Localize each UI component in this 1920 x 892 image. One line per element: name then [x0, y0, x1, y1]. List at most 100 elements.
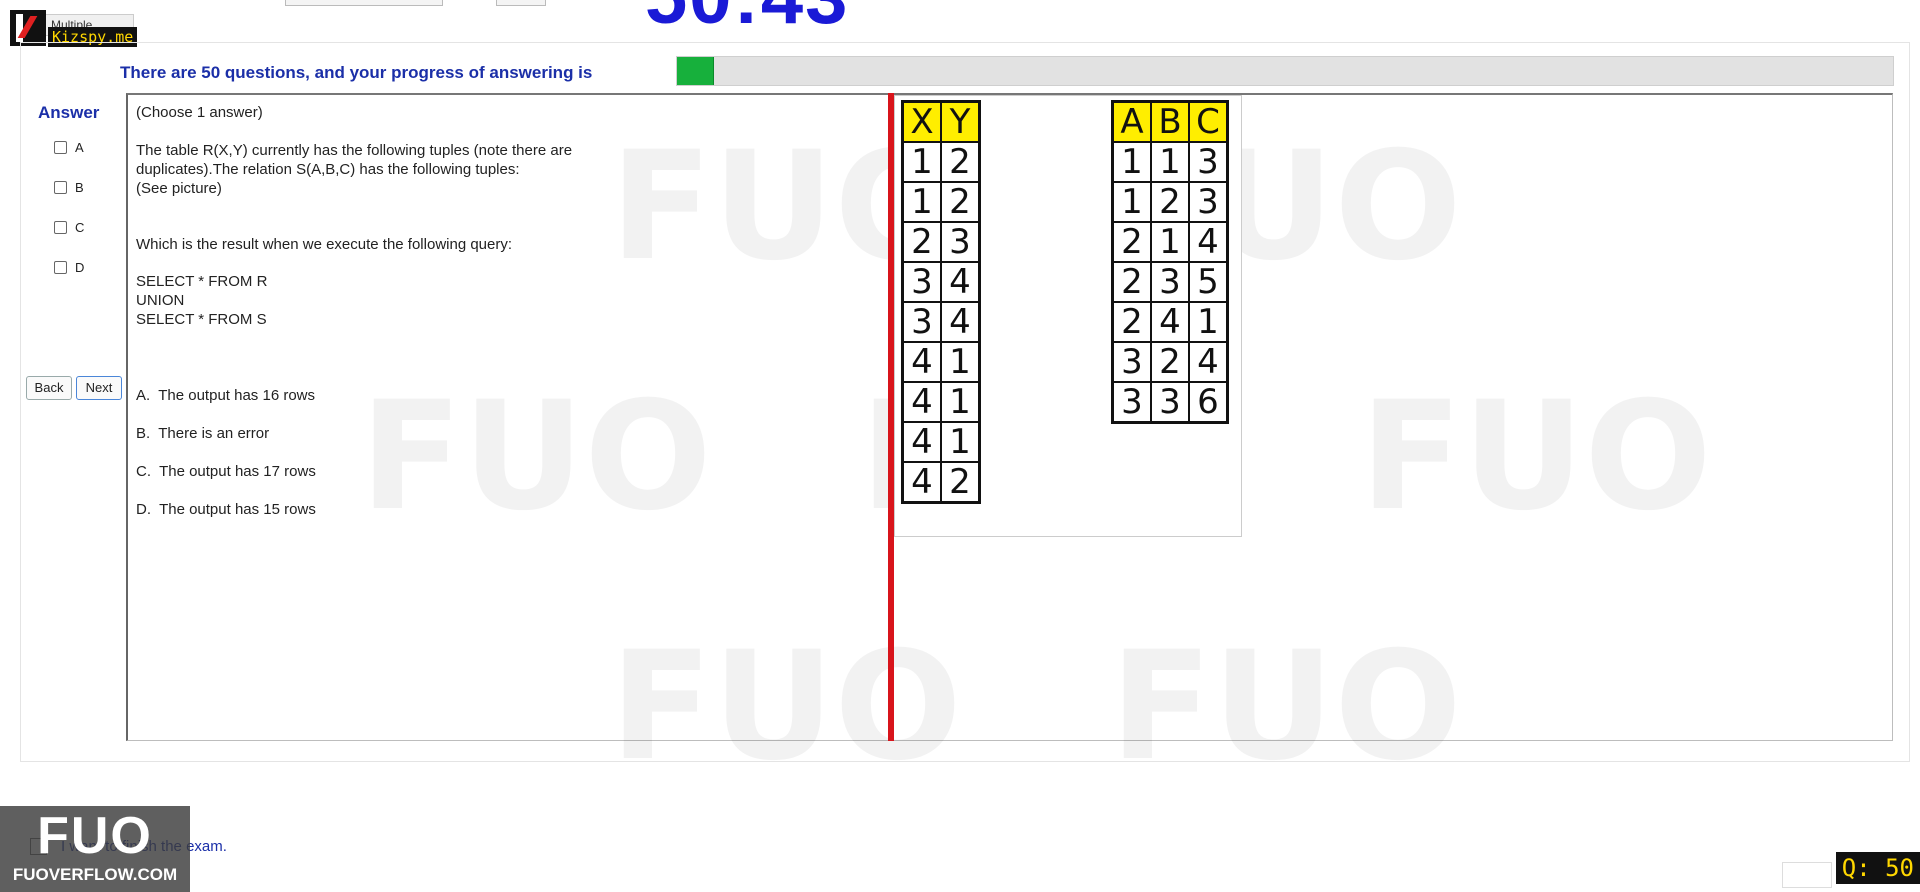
- table-cell: 1: [940, 381, 981, 423]
- option-label-d: D: [75, 260, 85, 275]
- table-cell: 2: [1111, 301, 1152, 343]
- table-cell: 2: [940, 141, 981, 183]
- table-cell: 3: [901, 301, 942, 343]
- table-cell: 6: [1188, 381, 1229, 424]
- column-header: X: [901, 100, 942, 143]
- table-cell: 4: [940, 301, 981, 343]
- table-row: 123: [1111, 181, 1229, 223]
- table-cell: 1: [940, 341, 981, 383]
- table-cell: 1: [901, 141, 942, 183]
- checkbox-d[interactable]: [54, 261, 67, 274]
- table-header-row: ABC: [1111, 100, 1229, 143]
- choice-d-text: D. The output has 15 rows: [136, 501, 316, 518]
- table-row: 241: [1111, 301, 1229, 343]
- choice-a-text: A. The output has 16 rows: [136, 387, 315, 404]
- bottom-field[interactable]: [1782, 862, 1832, 888]
- table-row: 41: [901, 341, 981, 383]
- table-cell: 1: [1111, 181, 1152, 223]
- progress-fill: [677, 57, 715, 85]
- top-dropdown[interactable]: [285, 0, 443, 6]
- option-label-a: A: [75, 140, 84, 155]
- table-row: 235: [1111, 261, 1229, 303]
- progress-bar: [676, 56, 1894, 86]
- column-header: B: [1150, 100, 1190, 143]
- table-row: 336: [1111, 381, 1229, 424]
- table-cell: 2: [1111, 221, 1152, 263]
- sql-query: SELECT * FROM R UNION SELECT * FROM S: [136, 273, 268, 328]
- table-cell: 1: [901, 181, 942, 223]
- table-cell: 2: [940, 181, 981, 223]
- table-cell: 1: [1111, 141, 1152, 183]
- table-cell: 4: [901, 421, 942, 463]
- site-logo: Kizspy.me: [10, 10, 142, 47]
- column-header: A: [1111, 100, 1152, 143]
- fuo-watermark-logo: FUO FUOVERFLOW.COM: [0, 806, 190, 892]
- checkbox-b[interactable]: [54, 181, 67, 194]
- checkbox-c[interactable]: [54, 221, 67, 234]
- question-picture: XY121223343441414142 ABC1131232142352413…: [894, 95, 1242, 537]
- table-row: 12: [901, 141, 981, 183]
- table-row: 23: [901, 221, 981, 263]
- table-cell: 4: [901, 341, 942, 383]
- table-cell: 2: [1111, 261, 1152, 303]
- table-cell: 2: [1150, 341, 1190, 383]
- table-cell: 3: [1111, 341, 1152, 383]
- question-instruction: (Choose 1 answer): [136, 104, 263, 121]
- table-cell: 3: [1150, 261, 1190, 303]
- table-cell: 3: [940, 221, 981, 263]
- table-header-row: XY: [901, 100, 981, 143]
- question-prompt: Which is the result when we execute the …: [136, 236, 513, 253]
- table-row: 113: [1111, 141, 1229, 183]
- checkbox-a[interactable]: [54, 141, 67, 154]
- table-cell: 4: [1188, 221, 1229, 263]
- fuo-logo-site: FUOVERFLOW.COM: [12, 865, 178, 884]
- table-cell: 4: [901, 381, 942, 423]
- relation-s-table: ABC113123214235241324336: [1111, 100, 1229, 424]
- table-cell: 2: [901, 221, 942, 263]
- table-cell: 3: [1188, 181, 1229, 223]
- table-cell: 3: [1188, 141, 1229, 183]
- progress-label: There are 50 questions, and your progres…: [120, 63, 593, 82]
- question-count-badge: Q: 50: [1835, 852, 1920, 884]
- table-cell: 5: [1188, 261, 1229, 303]
- table-row: 42: [901, 461, 981, 504]
- option-label-b: B: [75, 180, 84, 195]
- answer-title: Answer: [38, 103, 100, 122]
- table-row: 12: [901, 181, 981, 223]
- table-row: 324: [1111, 341, 1229, 383]
- option-label-c: C: [75, 220, 85, 235]
- answer-option-b[interactable]: B: [54, 180, 84, 195]
- fuo-logo-text: FUO: [37, 807, 153, 865]
- answer-option-a[interactable]: A: [54, 140, 84, 155]
- table-cell: 4: [901, 461, 942, 504]
- table-cell: 2: [940, 461, 981, 504]
- table-row: 34: [901, 301, 981, 343]
- table-row: 41: [901, 421, 981, 463]
- table-cell: 4: [940, 261, 981, 303]
- choice-b-text: B. There is an error: [136, 425, 270, 442]
- table-cell: 3: [1150, 381, 1190, 424]
- table-row: 214: [1111, 221, 1229, 263]
- answer-option-d[interactable]: D: [54, 260, 84, 275]
- table-row: 34: [901, 261, 981, 303]
- table-cell: 1: [1150, 221, 1190, 263]
- table-cell: 4: [1150, 301, 1190, 343]
- answer-option-c[interactable]: C: [54, 220, 84, 235]
- question-body: The table R(X,Y) currently has the follo…: [136, 142, 573, 197]
- table-cell: 1: [1150, 141, 1190, 183]
- back-button[interactable]: Back: [26, 376, 72, 400]
- table-cell: 3: [1111, 381, 1152, 424]
- top-field[interactable]: [496, 0, 546, 6]
- table-cell: 4: [1188, 341, 1229, 383]
- column-header: Y: [940, 100, 981, 143]
- k-logo-icon: [10, 10, 46, 46]
- relation-r-table: XY121223343441414142: [901, 100, 981, 504]
- choice-c-text: C. The output has 17 rows: [136, 463, 316, 480]
- next-button[interactable]: Next: [76, 376, 122, 400]
- column-header: C: [1188, 100, 1229, 143]
- exam-timer: 50:43: [645, 0, 849, 36]
- table-row: 41: [901, 381, 981, 423]
- table-cell: 1: [1188, 301, 1229, 343]
- table-cell: 2: [1150, 181, 1190, 223]
- table-cell: 1: [940, 421, 981, 463]
